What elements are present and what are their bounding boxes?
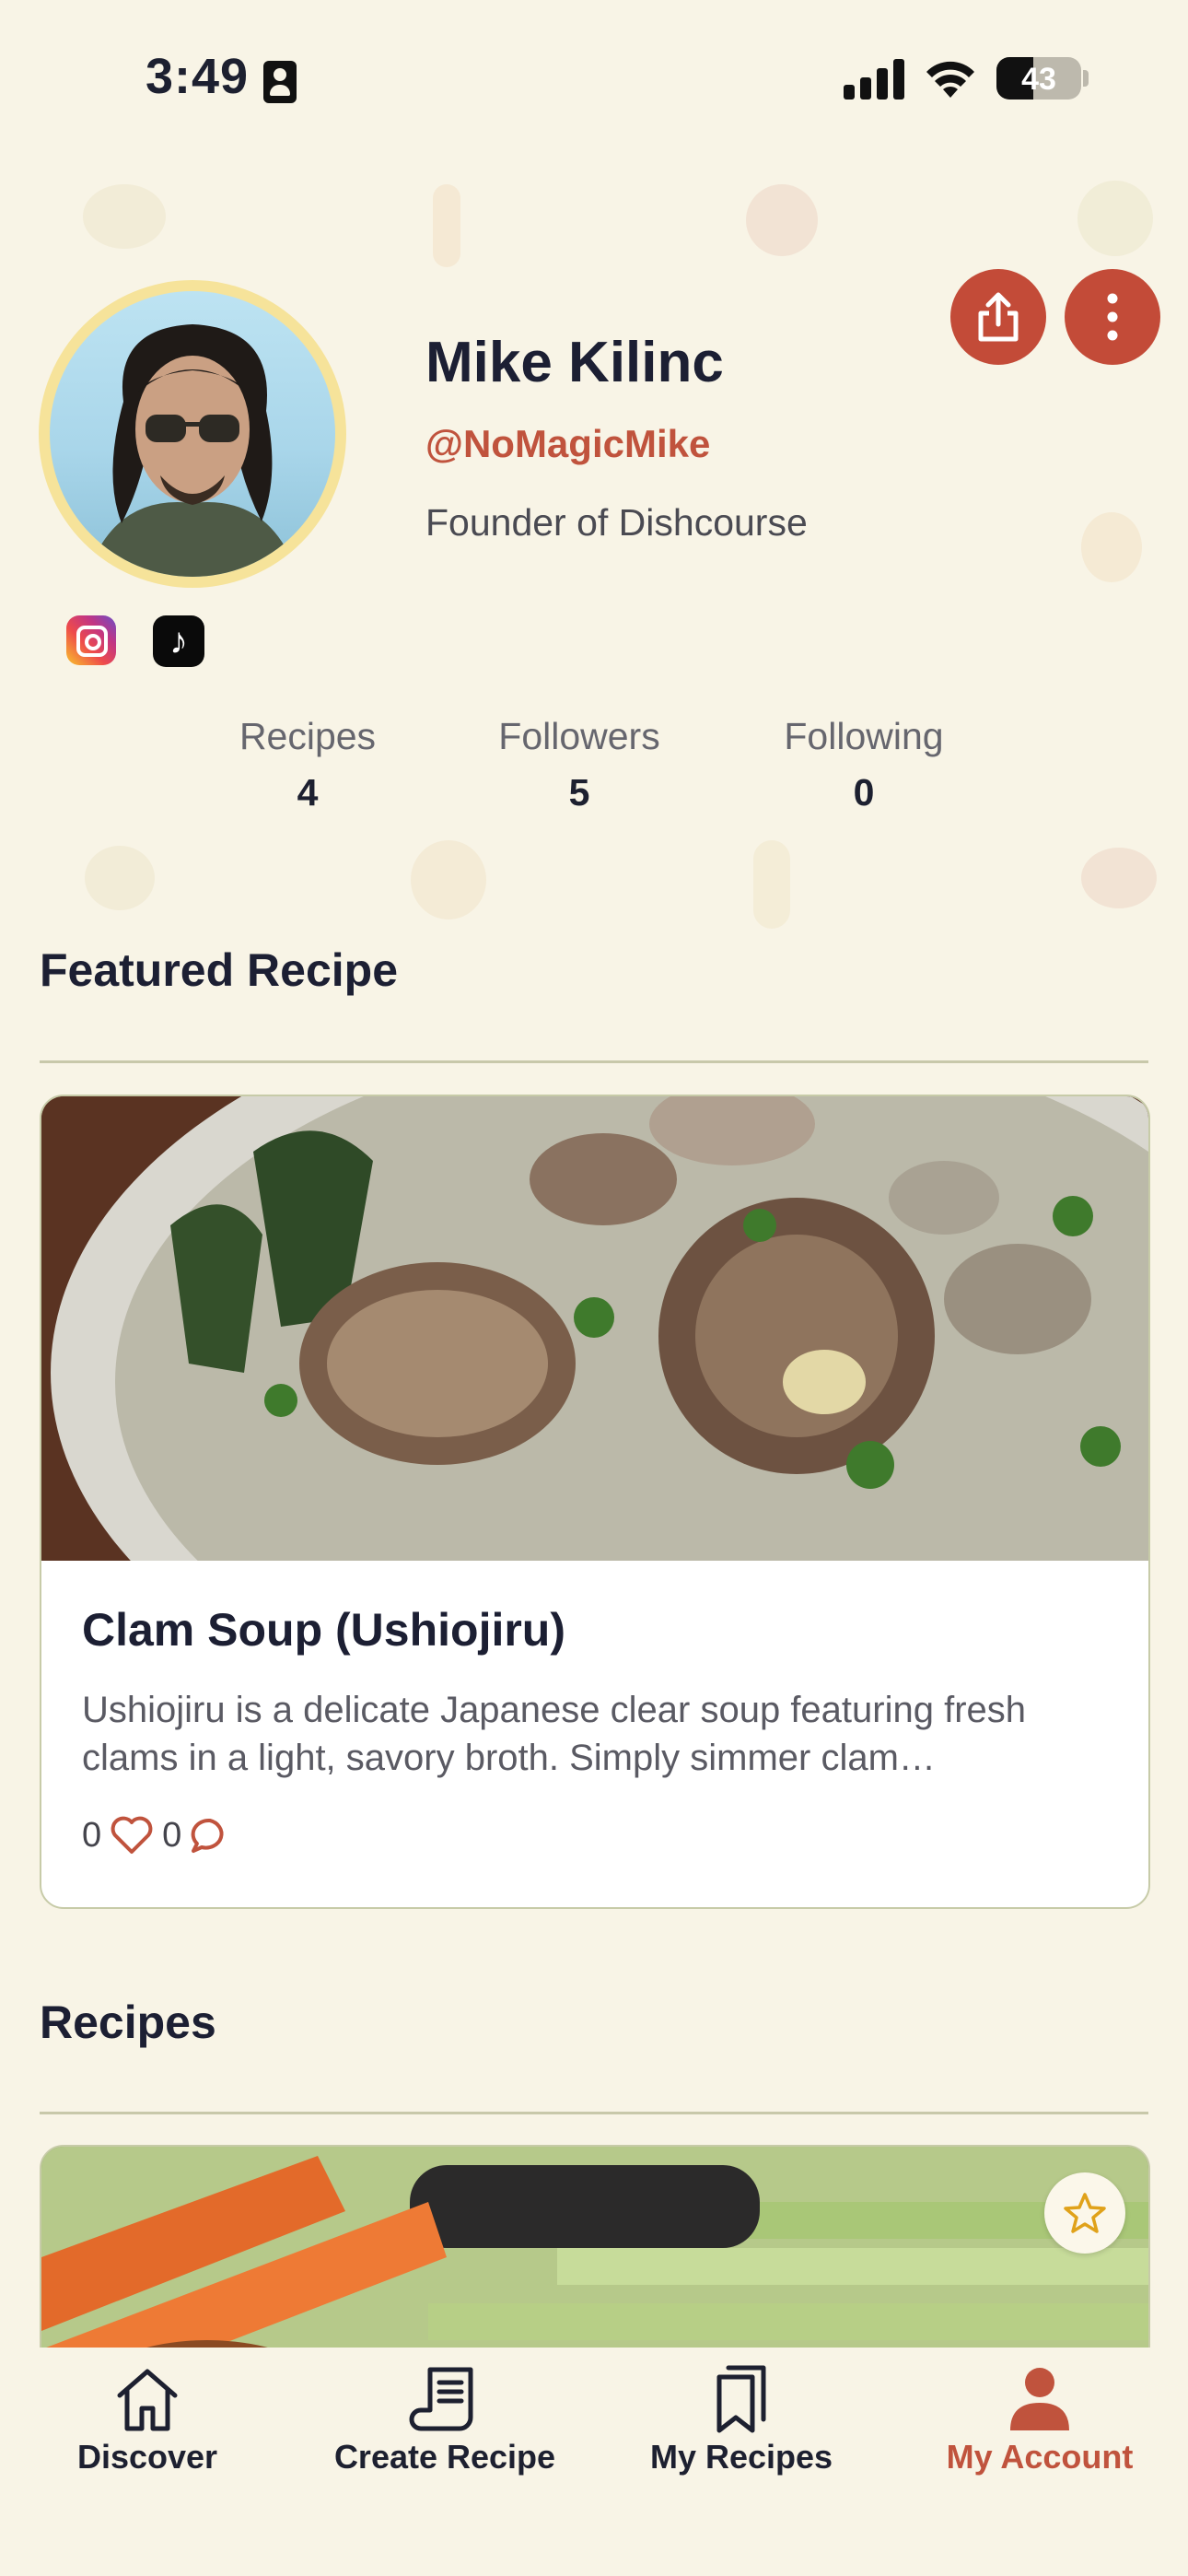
comment-icon[interactable] — [189, 1815, 231, 1856]
divider — [40, 1060, 1148, 1063]
tab-label: My Account — [946, 2438, 1134, 2476]
share-icon — [978, 292, 1019, 342]
stat-value: 4 — [297, 771, 319, 814]
tab-discover[interactable]: Discover — [55, 2364, 239, 2476]
featured-recipe-card[interactable]: Clam Soup (Ushiojiru) Ushiojiru is a del… — [40, 1095, 1150, 1909]
featured-recipe-description: Ushiojiru is a delicate Japanese clear s… — [82, 1690, 1027, 1778]
wifi-icon — [926, 61, 974, 98]
stat-following[interactable]: Following 0 — [744, 715, 984, 814]
stat-followers[interactable]: Followers 5 — [460, 715, 699, 814]
user-icon — [1010, 2368, 1069, 2430]
more-vertical-icon — [1107, 293, 1118, 341]
heart-icon[interactable] — [109, 1815, 155, 1856]
tab-my-recipes[interactable]: My Recipes — [637, 2364, 845, 2476]
battery-level: 43 — [1021, 62, 1056, 97]
stat-label: Following — [784, 715, 944, 757]
featured-recipe-heading: Featured Recipe — [40, 944, 399, 996]
avatar-photo — [87, 324, 298, 577]
stat-value: 0 — [853, 771, 875, 814]
status-time: 3:49 — [146, 49, 250, 104]
battery-icon: 43 — [996, 57, 1081, 100]
like-count: 0 — [82, 1815, 102, 1855]
cellular-signal-icon — [844, 59, 904, 100]
tab-label: Create Recipe — [333, 2438, 556, 2476]
star-icon — [1064, 2193, 1106, 2233]
bookmarks-icon — [716, 2365, 766, 2433]
profile-name: Mike Kilinc — [425, 331, 724, 394]
instagram-icon[interactable] — [66, 615, 116, 665]
featured-recipe-stats: 0 0 — [82, 1815, 231, 1856]
stat-label: Recipes — [239, 715, 377, 757]
divider — [40, 2112, 1148, 2114]
contact-card-icon — [263, 61, 297, 103]
tab-my-account[interactable]: My Account — [932, 2364, 1147, 2476]
tiktok-icon[interactable]: ♪ — [153, 615, 204, 667]
scroll-icon — [409, 2367, 473, 2431]
share-button[interactable] — [950, 269, 1046, 365]
featured-recipe-image — [41, 1096, 1148, 1561]
more-options-button[interactable] — [1065, 269, 1160, 365]
home-icon — [117, 2369, 178, 2431]
featured-recipe-title: Clam Soup (Ushiojiru) — [82, 1604, 565, 1656]
favorite-button[interactable] — [1044, 2172, 1125, 2254]
stat-value: 5 — [568, 771, 590, 814]
tab-label: Discover — [76, 2438, 218, 2476]
profile-handle[interactable]: @NoMagicMike — [425, 422, 710, 466]
comment-count: 0 — [162, 1815, 182, 1855]
avatar[interactable] — [50, 291, 335, 577]
stat-recipes[interactable]: Recipes 4 — [188, 715, 427, 814]
tab-create-recipe[interactable]: Create Recipe — [322, 2364, 567, 2476]
recipes-heading: Recipes — [40, 1996, 216, 2048]
battery-tip — [1083, 70, 1089, 87]
profile-bio: Founder of Dishcourse — [425, 501, 808, 544]
tab-label: My Recipes — [649, 2438, 833, 2476]
stat-label: Followers — [498, 715, 660, 757]
